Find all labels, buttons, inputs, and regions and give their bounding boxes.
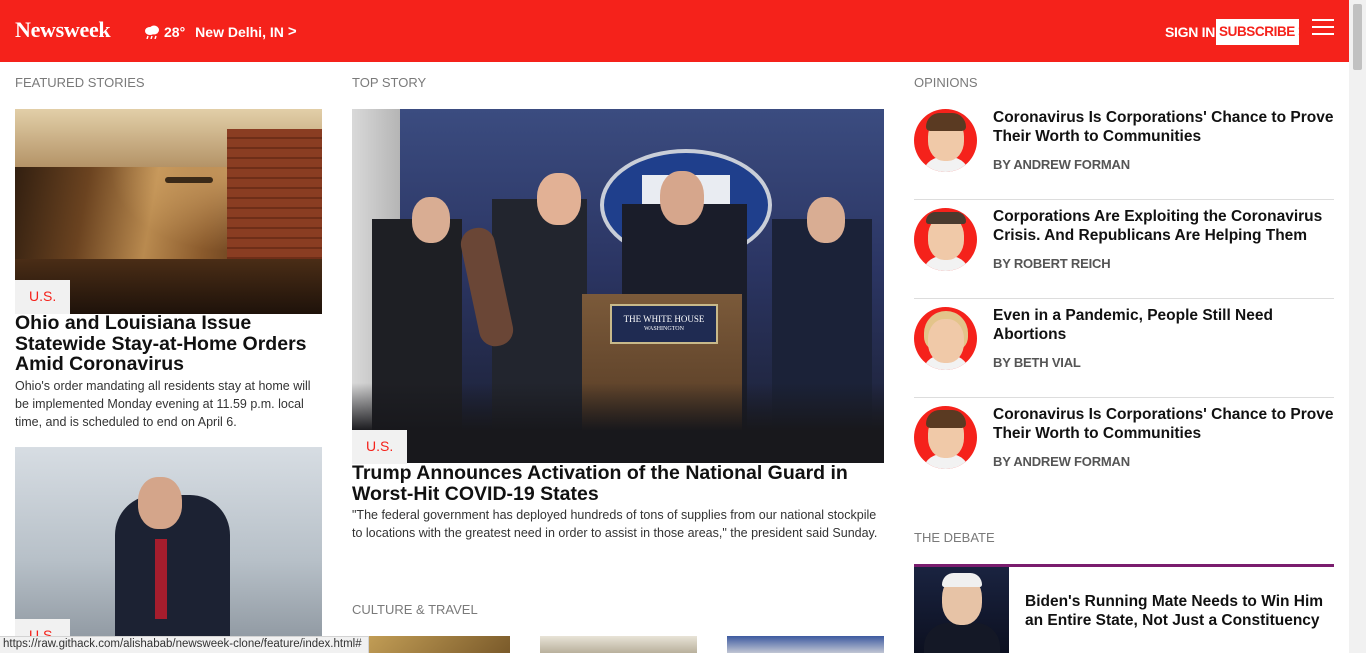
hamburger-menu-icon[interactable] — [1312, 19, 1334, 36]
weather-widget[interactable]: 28° New Delhi, IN > — [143, 23, 297, 40]
cloud-rain-icon — [145, 25, 159, 39]
category-tag[interactable]: U.S. — [15, 280, 71, 314]
chevron-right-icon: > — [1298, 24, 1306, 39]
newsweek-logo[interactable]: Newsweek — [15, 17, 111, 43]
divider — [914, 298, 1334, 299]
top-navbar: Newsweek 28° New Delhi, IN > SIGN IN SUB… — [0, 0, 1349, 62]
vertical-scrollbar[interactable] — [1349, 0, 1366, 653]
opinion-author[interactable]: BY ANDREW FORMAN — [993, 454, 1130, 469]
opinion-author[interactable]: BY ANDREW FORMAN — [993, 157, 1130, 172]
scrollbar-thumb[interactable] — [1353, 4, 1362, 70]
culture-story-image[interactable] — [727, 636, 884, 653]
subscribe-label: SUBSCRIBE — [1219, 24, 1295, 39]
sign-in-link[interactable]: SIGN IN — [1165, 24, 1215, 40]
culture-travel-label: CULTURE & TRAVEL — [352, 602, 478, 617]
opinion-title[interactable]: Even in a Pandemic, People Still Need Ab… — [993, 306, 1338, 344]
featured-stories-label: FEATURED STORIES — [15, 75, 145, 90]
opinions-label: OPINIONS — [914, 75, 978, 90]
the-debate-label: THE DEBATE — [914, 530, 995, 545]
culture-story-image[interactable] — [540, 636, 697, 653]
category-tag[interactable]: U.S. — [352, 430, 408, 464]
white-house-plaque: THE WHITE HOUSE WASHINGTON — [610, 304, 718, 344]
opinion-title[interactable]: Coronavirus Is Corporations' Chance to P… — [993, 405, 1338, 443]
culture-story-image[interactable] — [352, 636, 510, 653]
debate-image[interactable] — [914, 567, 1009, 653]
top-story-summary: "The federal government has deployed hun… — [352, 508, 878, 540]
opinion-author[interactable]: BY ROBERT REICH — [993, 256, 1111, 271]
subscribe-button[interactable]: SUBSCRIBE > — [1216, 19, 1306, 45]
top-story-title[interactable]: Trump Announces Activation of the Nation… — [352, 463, 887, 505]
browser-status-url: https://raw.githack.com/alishabab/newswe… — [0, 636, 369, 653]
divider — [914, 397, 1334, 398]
chevron-right-icon: > — [287, 23, 297, 40]
author-avatar[interactable] — [914, 208, 977, 271]
author-avatar[interactable] — [914, 307, 977, 370]
debate-title[interactable]: Biden's Running Mate Needs to Win Him an… — [1025, 592, 1343, 630]
top-story-label: TOP STORY — [352, 75, 427, 90]
temperature: 28° — [164, 23, 186, 40]
opinion-title[interactable]: Coronavirus Is Corporations' Chance to P… — [993, 108, 1338, 146]
author-avatar[interactable] — [914, 109, 977, 172]
opinion-author[interactable]: BY BETH VIAL — [993, 355, 1081, 370]
featured-story-summary: Ohio's order mandating all residents sta… — [15, 379, 311, 429]
author-avatar[interactable] — [914, 406, 977, 469]
location-label: New Delhi, IN — [195, 23, 284, 40]
featured-story-title[interactable]: Ohio and Louisiana Issue Statewide Stay-… — [15, 313, 325, 375]
top-story-image[interactable]: THE WHITE HOUSE WASHINGTON — [352, 109, 884, 463]
divider — [914, 199, 1334, 200]
opinion-title[interactable]: Corporations Are Exploiting the Coronavi… — [993, 207, 1338, 245]
